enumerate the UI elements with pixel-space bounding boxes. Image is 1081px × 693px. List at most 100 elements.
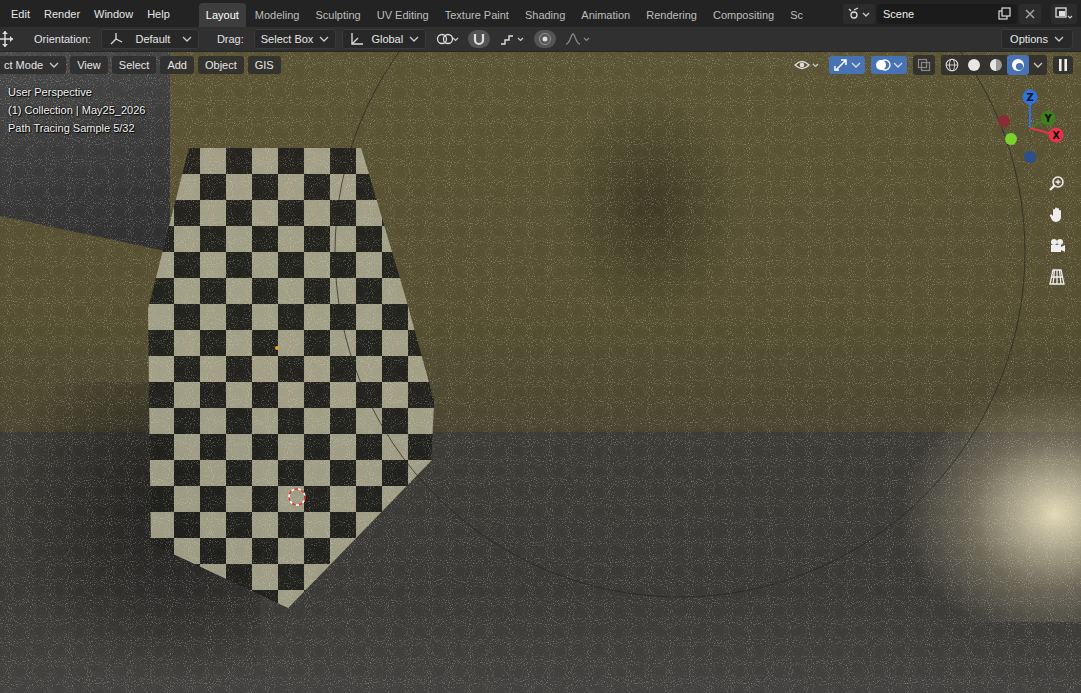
info-line: (1) Collection | May25_2026: [8, 104, 145, 117]
info-line: Path Tracing Sample 5/32: [8, 122, 145, 135]
mode-dropdown[interactable]: ct Mode: [0, 56, 66, 74]
visibility-dropdown[interactable]: [791, 56, 823, 74]
pivot-icon: [435, 32, 459, 46]
scene-name-field[interactable]: Scene: [877, 4, 1017, 24]
3d-cursor-icon[interactable]: [286, 486, 308, 508]
snap-toggle[interactable]: [468, 30, 490, 48]
wireframe-shading-button[interactable]: [941, 55, 963, 75]
zoom-button[interactable]: [1046, 172, 1068, 196]
axis-label: Z: [1026, 92, 1033, 103]
chevron-icon: [49, 61, 59, 69]
axis-handle[interactable]: [1023, 90, 1038, 105]
overlay-toggle[interactable]: [871, 56, 907, 74]
close-icon: [1024, 8, 1036, 20]
main-menu: EditRenderWindowHelp: [0, 5, 177, 23]
proportional-icon: [538, 32, 552, 46]
axis-handle[interactable]: [1041, 111, 1056, 126]
pivot-button[interactable]: [432, 30, 462, 48]
remove-scene-button[interactable]: [1019, 4, 1041, 24]
gizmo-toggle[interactable]: [829, 56, 865, 74]
global-axes-icon: [349, 32, 365, 46]
xray-toggle[interactable]: [913, 55, 935, 75]
material-sphere-icon: [989, 58, 1003, 72]
material-shading-button[interactable]: [985, 55, 1007, 75]
viewport-menu[interactable]: Object: [198, 56, 244, 74]
overlay-icon: [875, 58, 891, 72]
falloff-icon: [565, 32, 591, 46]
navigation-tools: [1046, 172, 1068, 289]
menu-item[interactable]: Edit: [4, 5, 37, 23]
viewport-info: User Perspective (1) Collection | May25_2…: [8, 86, 145, 135]
camera-icon: [1048, 237, 1066, 255]
negative-axis-dot[interactable]: [1024, 151, 1036, 163]
workspace-tab[interactable]: UV Editing: [370, 3, 436, 27]
workspace-tab[interactable]: Layout: [199, 3, 246, 27]
camera-view-button[interactable]: [1046, 234, 1068, 258]
falloff-dropdown[interactable]: [562, 30, 594, 48]
chevron-icon: [1033, 61, 1043, 69]
copy-icon[interactable]: [997, 7, 1011, 21]
top-bar: EditRenderWindowHelp LayoutModelingSculp…: [0, 0, 1081, 27]
render-image: [0, 52, 1081, 693]
chevron-icon: [893, 61, 903, 69]
chevron-icon: [1054, 35, 1064, 43]
chevron-icon: [182, 35, 192, 43]
workspace-tab[interactable]: Shading: [518, 3, 572, 27]
orientation-dropdown[interactable]: Default: [101, 29, 199, 49]
orientation-icon: [108, 32, 124, 46]
eye-icon: [794, 58, 820, 72]
scene-icon: [848, 7, 870, 21]
workspace-tab[interactable]: Sculpting: [308, 3, 367, 27]
workspace-tab[interactable]: Compositing: [706, 3, 781, 27]
negative-axis-dot[interactable]: [1005, 133, 1017, 145]
chevron-icon: [409, 35, 419, 43]
3d-viewport[interactable]: ct Mode ViewSelectAddObjectGIS User Pers…: [0, 52, 1081, 693]
axis-handle[interactable]: [1049, 128, 1064, 143]
pause-render-button[interactable]: [1053, 56, 1073, 74]
menu-item[interactable]: Window: [87, 5, 140, 23]
view-layer-button[interactable]: [1051, 4, 1077, 24]
workspace-tab[interactable]: Modeling: [248, 3, 307, 27]
blender-window: EditRenderWindowHelp LayoutModelingSculp…: [0, 0, 1081, 693]
viewport-menu[interactable]: GIS: [248, 56, 281, 74]
workspace-tabs: LayoutModelingSculptingUV EditingTexture…: [199, 0, 843, 27]
snap-increment-icon: [499, 32, 525, 46]
info-line: User Perspective: [8, 86, 145, 99]
orientation-label: Orientation:: [34, 33, 91, 45]
navigation-gizmo[interactable]: ZYX: [990, 86, 1070, 170]
viewport-menu[interactable]: Select: [112, 56, 157, 74]
solid-sphere-icon: [967, 58, 981, 72]
menu-item[interactable]: Render: [37, 5, 87, 23]
drag-dropdown[interactable]: Select Box: [254, 29, 337, 49]
move-tool-icon[interactable]: [0, 30, 14, 48]
workspace-tab[interactable]: Rendering: [639, 3, 704, 27]
proportional-toggle[interactable]: [534, 30, 556, 48]
wireframe-sphere-icon: [945, 58, 959, 72]
workspace-tab[interactable]: Texture Paint: [438, 3, 516, 27]
projection-toggle-button[interactable]: [1046, 265, 1068, 289]
viewport-menu[interactable]: Add: [160, 56, 194, 74]
menu-item[interactable]: Help: [140, 5, 177, 23]
scene-selector: Scene: [843, 4, 1081, 24]
transform-space-dropdown[interactable]: Global: [342, 29, 426, 49]
xray-icon: [917, 58, 931, 72]
negative-axis-dot[interactable]: [998, 115, 1010, 127]
shading-options-dropdown[interactable]: [1029, 58, 1047, 72]
rendered-shading-button[interactable]: [1007, 55, 1029, 75]
tool-header: Orientation: Default Drag: Select Box Gl…: [0, 27, 1081, 52]
pan-button[interactable]: [1046, 203, 1068, 227]
options-dropdown[interactable]: Options: [1001, 29, 1073, 49]
workspace-tab[interactable]: Sc: [783, 3, 810, 27]
hand-icon: [1048, 206, 1066, 224]
magnet-icon: [472, 32, 486, 46]
workspace-tab[interactable]: Animation: [574, 3, 637, 27]
axis-label: X: [1052, 130, 1060, 141]
solid-shading-button[interactable]: [963, 55, 985, 75]
snap-target-dropdown[interactable]: [496, 30, 528, 48]
gizmo-icon: [833, 58, 849, 72]
viewport-menu[interactable]: View: [70, 56, 108, 74]
zoom-icon: [1048, 175, 1066, 193]
scene-browse-button[interactable]: [843, 4, 875, 24]
pause-icon: [1057, 58, 1069, 72]
viewport-header: ct Mode ViewSelectAddObjectGIS: [0, 53, 1081, 77]
